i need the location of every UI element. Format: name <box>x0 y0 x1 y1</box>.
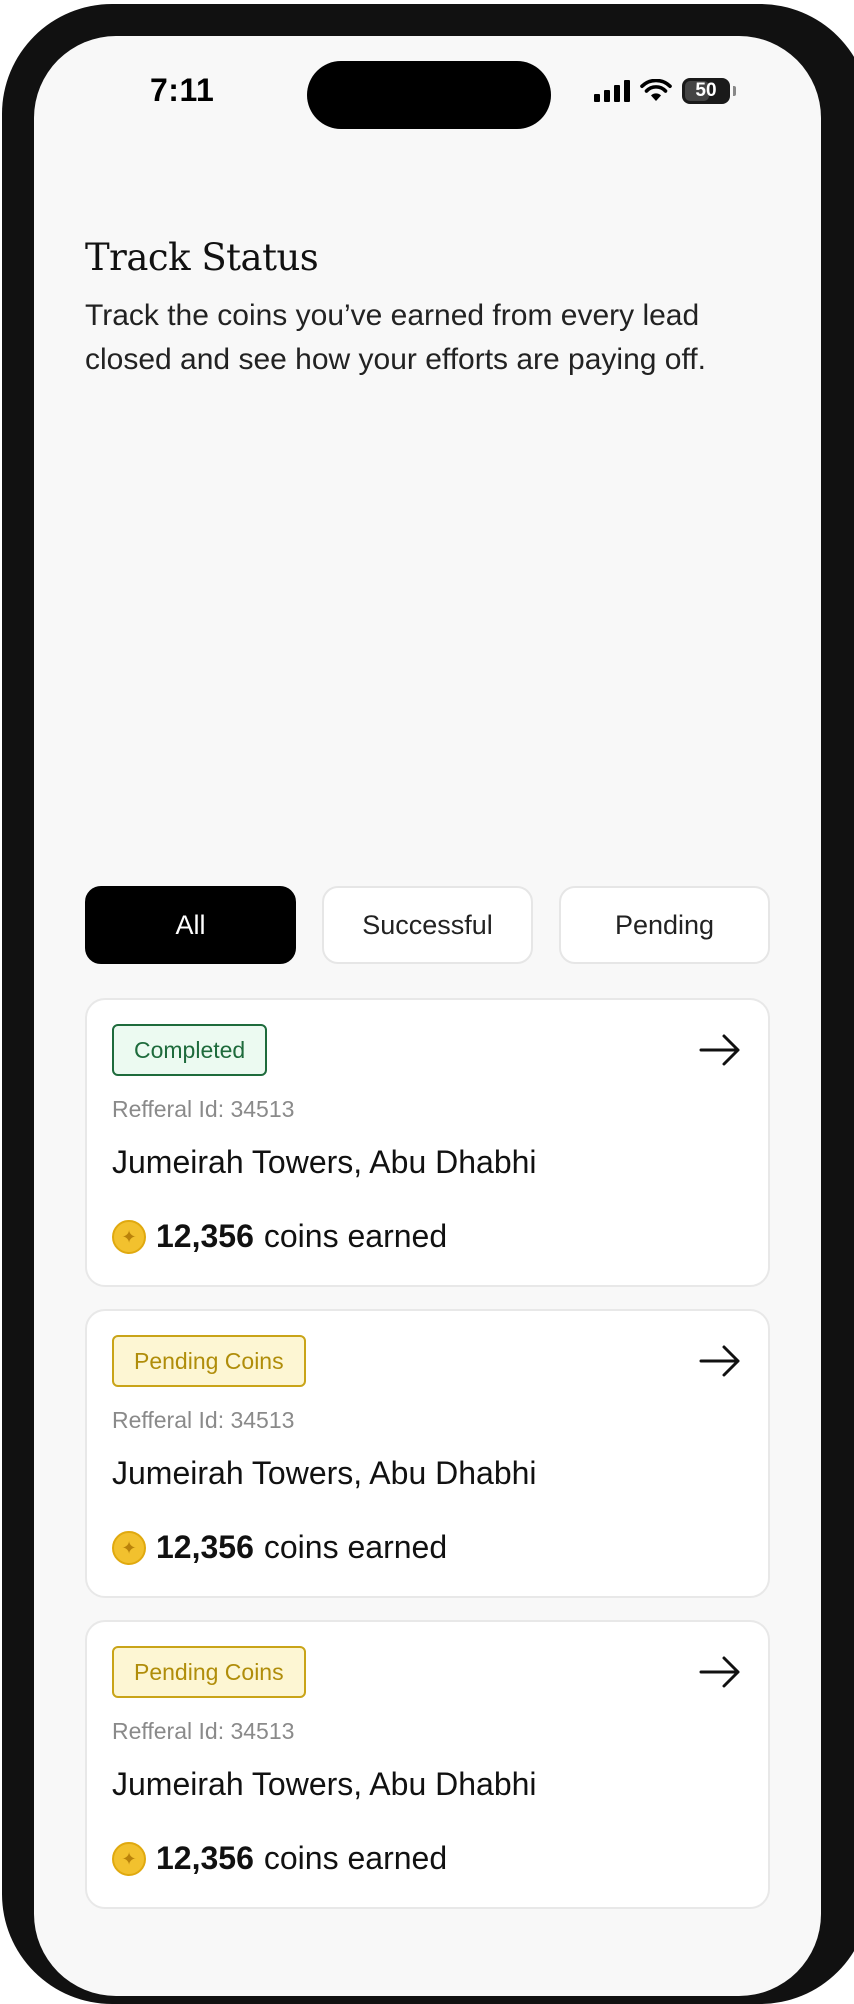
coin-icon: ✦ <box>112 1219 146 1254</box>
coins-label: coins earned <box>263 1529 448 1565</box>
coins-amount: 12,356 <box>156 1840 254 1876</box>
referral-location: Jumeirah Towers, Abu Dhabhi <box>112 1766 537 1802</box>
coins-amount: 12,356 <box>156 1218 254 1254</box>
arrow-right-icon[interactable] <box>698 1343 742 1379</box>
coins-label: coins earned <box>263 1218 448 1254</box>
page-description: Track the coins you’ve earned from every… <box>85 299 706 376</box>
cellular-signal-icon <box>594 80 630 102</box>
coins-earned: ✦ 12,356 coins earned <box>112 1840 447 1877</box>
referral-location: Jumeirah Towers, Abu Dhabhi <box>112 1144 537 1180</box>
referral-id: Refferal Id: 34513 <box>112 1718 295 1744</box>
status-time: 7:11 <box>150 72 215 108</box>
wifi-icon <box>640 79 672 101</box>
app-screen: 7:11 50 Track Status Track the coins you… <box>34 36 821 1996</box>
status-badge: Pending Coins <box>112 1335 306 1387</box>
coin-icon: ✦ <box>112 1841 146 1876</box>
coins-amount: 12,356 <box>156 1529 254 1565</box>
referral-id: Refferal Id: 34513 <box>112 1407 295 1433</box>
tab-successful[interactable]: Successful <box>322 886 533 964</box>
coins-earned: ✦ 12,356 coins earned <box>112 1529 447 1566</box>
status-icons: 50 <box>594 78 736 104</box>
dynamic-island <box>307 61 551 129</box>
arrow-right-icon[interactable] <box>698 1654 742 1690</box>
filter-tabs: All Successful Pending <box>85 886 770 964</box>
tab-pending[interactable]: Pending <box>559 886 770 964</box>
battery-icon: 50 <box>682 78 736 104</box>
phone-frame: 7:11 50 Track Status Track the coins you… <box>0 0 854 2004</box>
page-title: Track Status <box>85 236 319 279</box>
status-badge: Completed <box>112 1024 268 1076</box>
status-badge: Pending Coins <box>112 1646 306 1698</box>
referral-location: Jumeirah Towers, Abu Dhabhi <box>112 1455 537 1491</box>
referral-id: Refferal Id: 34513 <box>112 1096 295 1122</box>
coins-label: coins earned <box>263 1840 448 1876</box>
referral-card[interactable]: Pending Coins Refferal Id: 34513 Jumeira… <box>85 1620 770 1909</box>
arrow-right-icon[interactable] <box>698 1032 742 1068</box>
coins-earned: ✦ 12,356 coins earned <box>112 1218 447 1255</box>
battery-level: 50 <box>695 80 717 101</box>
referral-card[interactable]: Completed Refferal Id: 34513 Jumeirah To… <box>85 998 770 1287</box>
tab-all[interactable]: All <box>85 886 296 964</box>
referral-card[interactable]: Pending Coins Refferal Id: 34513 Jumeira… <box>85 1309 770 1598</box>
coin-icon: ✦ <box>112 1530 146 1565</box>
referral-list: Completed Refferal Id: 34513 Jumeirah To… <box>85 998 770 1909</box>
